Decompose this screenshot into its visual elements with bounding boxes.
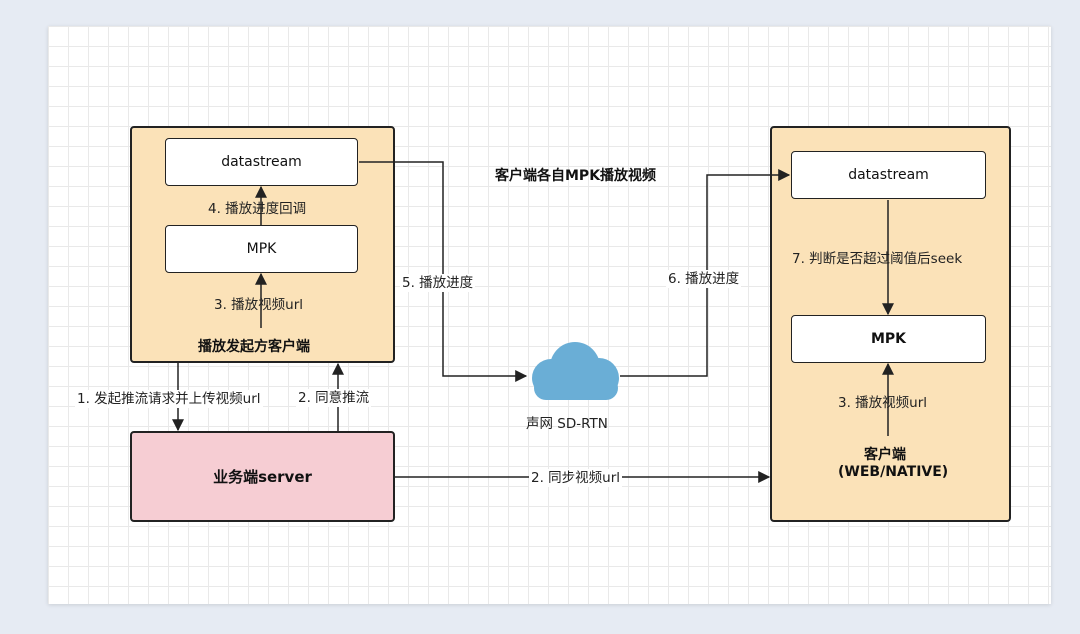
arrow-step5 — [359, 161, 528, 382]
edge-label-step1: 1. 发起推流请求并上传视频url — [75, 390, 263, 408]
cloud-label: 声网 SD-RTN — [526, 416, 608, 432]
edge-label-step2-sync: 2. 同步视频url — [529, 469, 623, 487]
edge-label-step2-agree: 2. 同意推流 — [296, 389, 372, 407]
connector-lines — [172, 161, 894, 483]
diagram-canvas: 客户端各自MPK播放视频 datastream MPK 4. 播放进度回调 3.… — [48, 26, 1051, 604]
cloud-icon — [532, 342, 619, 400]
edge-label-step5: 5. 播放进度 — [400, 274, 476, 292]
edge-label-step6: 6. 播放进度 — [666, 270, 742, 288]
